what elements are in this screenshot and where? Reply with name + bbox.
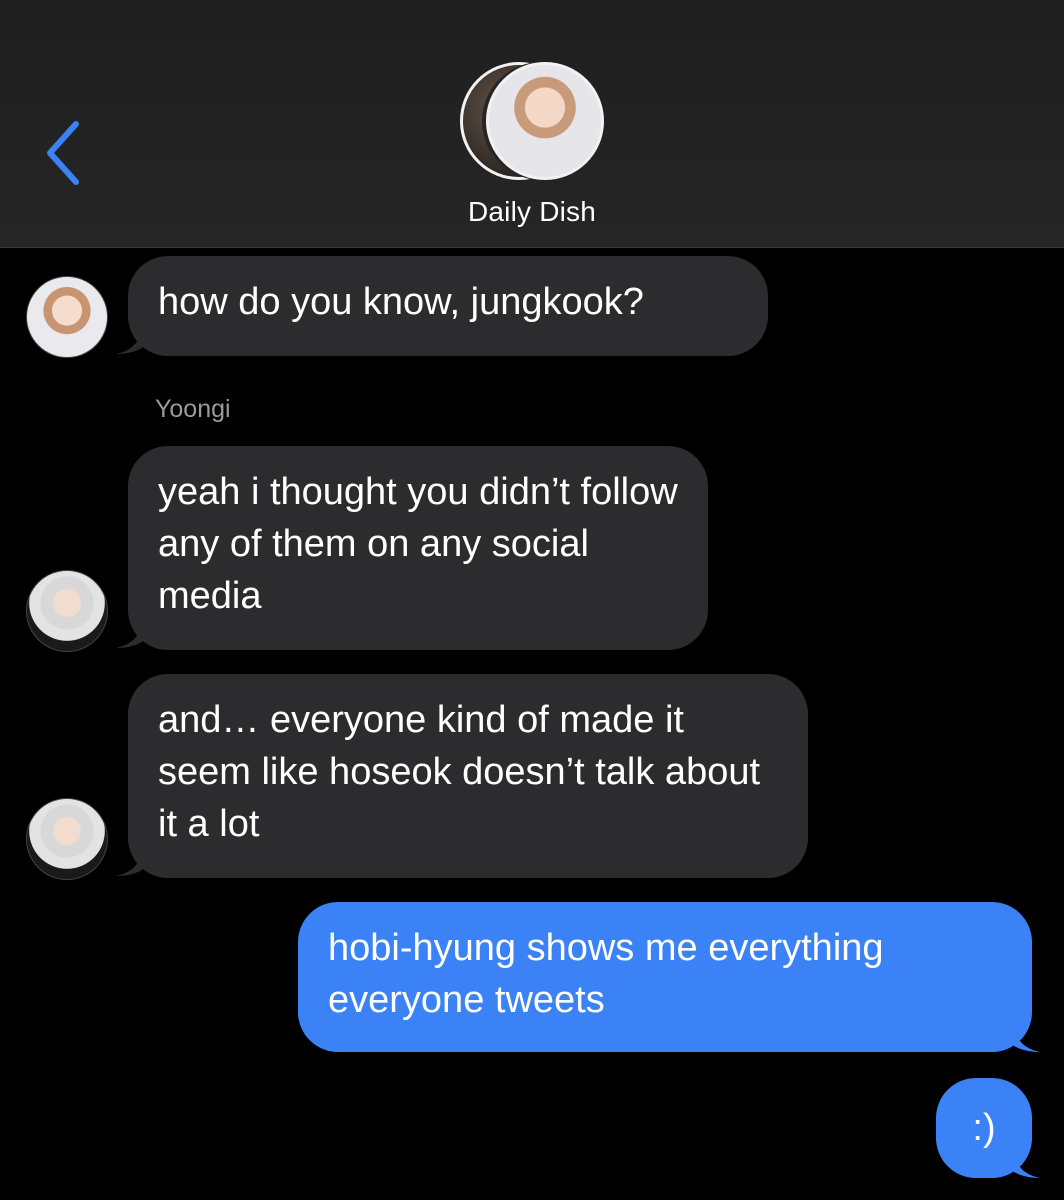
sender-name: Yoongi: [155, 395, 231, 423]
message-bubble[interactable]: hobi-hyung shows me everything everyone …: [298, 902, 1032, 1052]
bubble-tail: [1010, 1020, 1040, 1052]
avatar[interactable]: [26, 570, 108, 652]
message-bubble[interactable]: how do you know, jungkook?: [128, 256, 768, 356]
message-text: hobi-hyung shows me everything everyone …: [328, 927, 884, 1021]
member-avatar: [486, 62, 604, 180]
message-bubble[interactable]: and… everyone kind of made it seem like …: [128, 674, 808, 878]
message-text: how do you know, jungkook?: [158, 281, 644, 323]
avatar[interactable]: [26, 276, 108, 358]
message-text: :): [972, 1107, 996, 1149]
message-text: and… everyone kind of made it seem like …: [158, 699, 761, 845]
chevron-left-icon: [47, 121, 79, 185]
bubble-tail: [1010, 1146, 1040, 1178]
avatar[interactable]: [26, 798, 108, 880]
back-button[interactable]: [40, 118, 90, 188]
group-name[interactable]: Daily Dish: [0, 196, 1064, 228]
chat-header: Daily Dish: [0, 0, 1064, 248]
group-avatar[interactable]: [458, 62, 608, 182]
message-bubble[interactable]: yeah i thought you didn’t follow any of …: [128, 446, 708, 650]
message-text: yeah i thought you didn’t follow any of …: [158, 471, 678, 617]
